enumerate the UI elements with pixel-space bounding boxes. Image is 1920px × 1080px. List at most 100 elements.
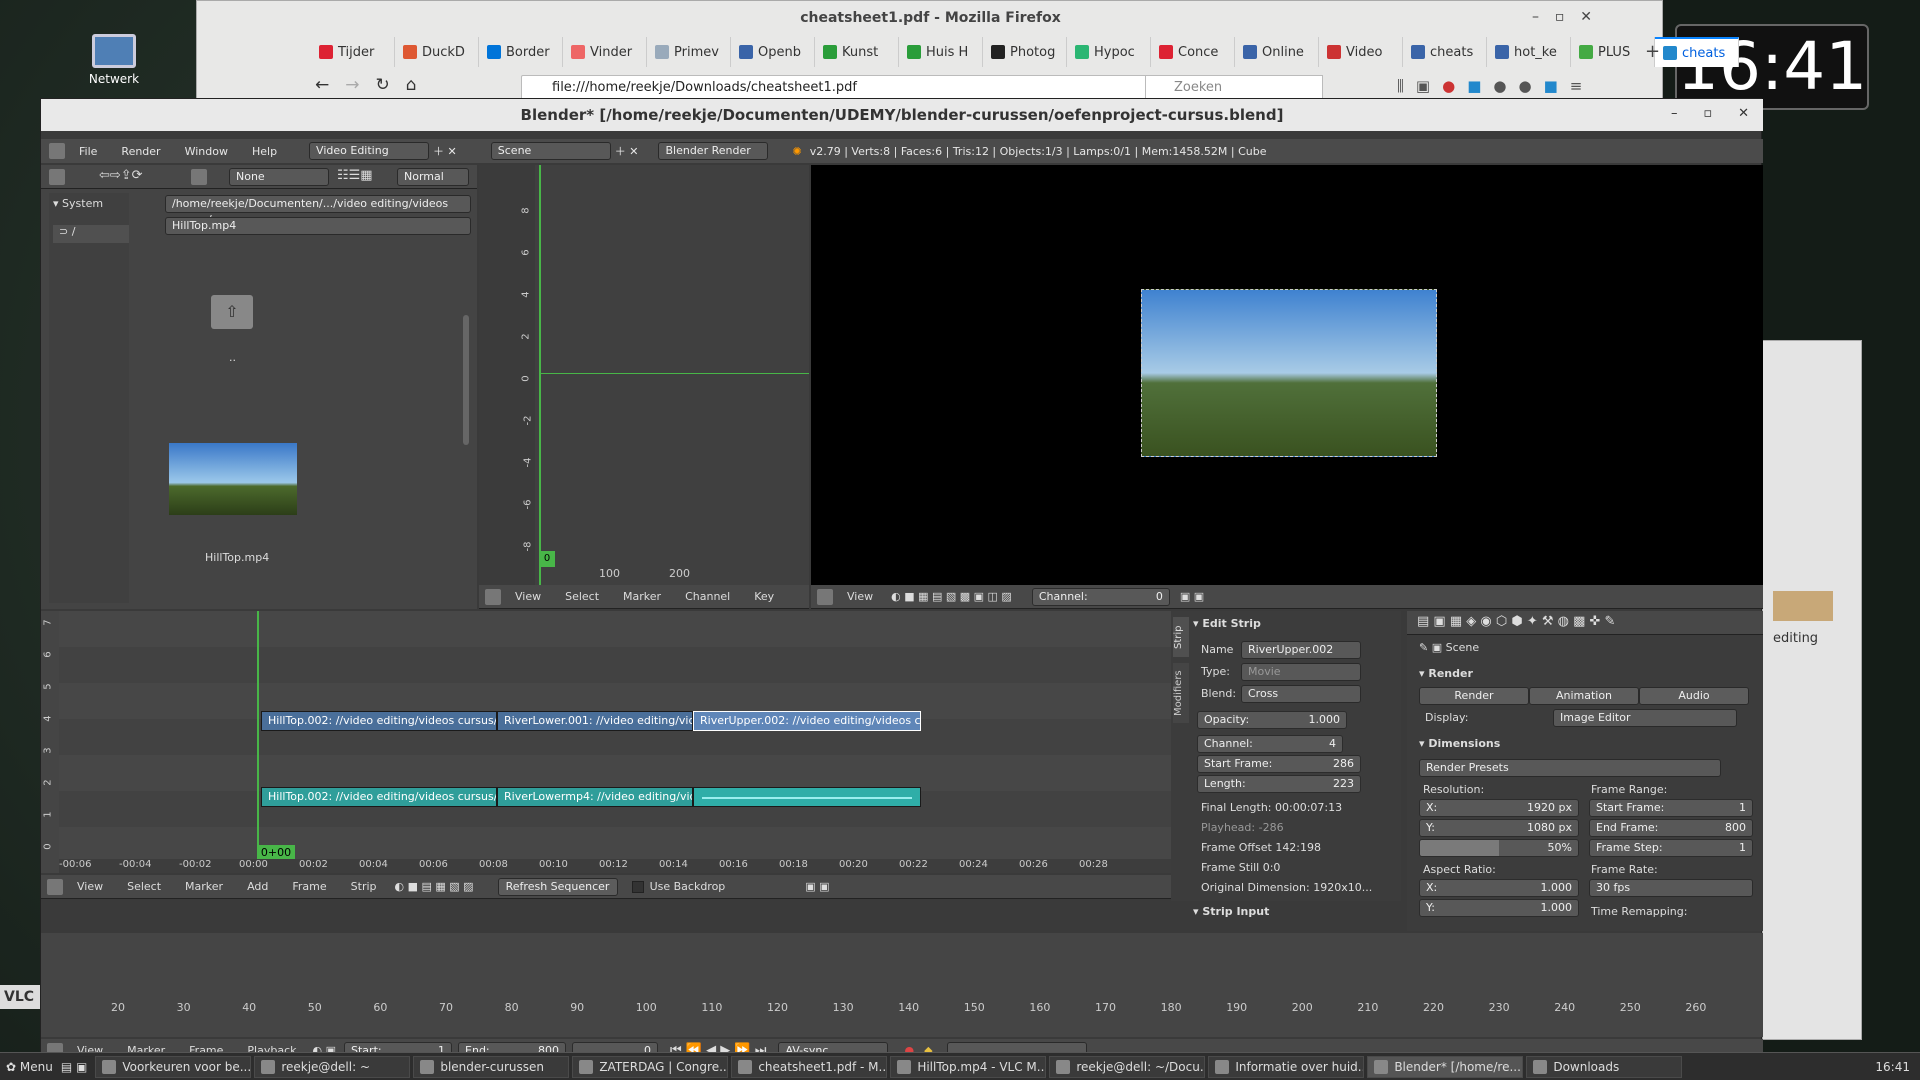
minimize-icon[interactable]: – xyxy=(1532,9,1539,25)
taskbar-item[interactable]: reekje@dell: ~/Docu... xyxy=(1049,1055,1206,1078)
start-frame-field[interactable]: Start Frame: 1 xyxy=(1589,799,1753,817)
menu-view[interactable]: View xyxy=(65,880,115,893)
opacity-field[interactable]: Opacity: 1.000 xyxy=(1197,711,1347,729)
browser-tab[interactable]: Openb xyxy=(731,37,815,67)
channel-field[interactable]: Channel: 0 xyxy=(1031,587,1170,606)
render-icons[interactable]: ▣ ▣ xyxy=(805,880,829,893)
resolution-x-field[interactable]: X: 1920 px xyxy=(1419,799,1579,817)
menu-file[interactable]: File xyxy=(67,145,109,158)
folder-icon[interactable] xyxy=(191,169,207,185)
scene-select[interactable]: Scene xyxy=(490,142,611,160)
type-select[interactable]: Movie xyxy=(1241,663,1361,681)
menu-marker[interactable]: Marker xyxy=(611,590,673,603)
view-type-icons[interactable]: ◐ ■ ▤ ▦ ▧ ▨ xyxy=(395,880,474,893)
end-frame-field[interactable]: End Frame: 800 xyxy=(1589,819,1753,837)
taskbar-item[interactable]: HillTop.mp4 - VLC M... xyxy=(890,1055,1047,1078)
aspect-y-field[interactable]: Y: 1.000 xyxy=(1419,899,1579,917)
root-bookmark[interactable]: ⊃ / xyxy=(53,225,129,243)
strip-riverlower-001[interactable]: RiverLower.001: //video editing/vide xyxy=(497,711,693,731)
parent-folder-icon[interactable]: ⇧ xyxy=(211,295,253,329)
menu-strip[interactable]: Strip xyxy=(339,880,389,893)
reload-icon[interactable]: ↻ xyxy=(376,75,390,95)
info-editor-icon[interactable] xyxy=(49,143,65,159)
tab-strip[interactable]: Strip xyxy=(1173,617,1189,657)
start-frame-field[interactable]: Start Frame: 286 xyxy=(1197,755,1361,773)
browser-tab[interactable]: PLUS xyxy=(1571,37,1655,67)
display-select[interactable]: Image Editor xyxy=(1553,709,1737,727)
render-engine-select[interactable]: Blender Render xyxy=(658,142,769,160)
browser-tab[interactable]: Huis H xyxy=(899,37,983,67)
video-thumbnail[interactable] xyxy=(169,443,297,515)
menu-view[interactable]: View xyxy=(835,590,885,603)
strip-riverupper-002[interactable]: RiverUpper.002: //video editing/videos c… xyxy=(693,711,921,731)
start-menu-button[interactable]: ✿ Menu xyxy=(6,1060,53,1074)
menu-channel[interactable]: Channel xyxy=(673,590,742,603)
launcher-icons[interactable]: ▤ ▣ xyxy=(61,1060,88,1074)
view-mode-icons[interactable]: ☷☰▦ xyxy=(337,168,373,183)
maximize-icon[interactable]: ▫ xyxy=(1555,9,1565,25)
browser-tab[interactable]: Primev xyxy=(647,37,731,67)
render-presets-select[interactable]: Render Presets xyxy=(1419,759,1721,777)
menu-icon[interactable]: ≡ xyxy=(1570,77,1583,95)
resolution-y-field[interactable]: Y: 1080 px xyxy=(1419,819,1579,837)
taskbar-item[interactable]: Downloads xyxy=(1526,1055,1683,1078)
taskbar-item[interactable]: blender-curussen xyxy=(413,1055,570,1078)
scrollbar[interactable] xyxy=(463,315,469,445)
menu-add[interactable]: Add xyxy=(235,880,280,893)
browser-tab[interactable]: cheats xyxy=(1403,37,1487,67)
navigation-icons[interactable]: ⇦⇨⇪⟳ xyxy=(99,168,143,183)
strip-riverlower-audio[interactable]: RiverLowermp4: //video editing/vid xyxy=(497,787,693,807)
taskbar-item[interactable]: Blender* [/home/re... xyxy=(1367,1055,1524,1078)
sidebar-icon[interactable]: ▣ xyxy=(1416,77,1430,95)
tab-modifiers[interactable]: Modifiers xyxy=(1173,663,1189,723)
add-layout-icon[interactable]: ＋ ✕ xyxy=(433,143,457,159)
extension-icon[interactable]: ● xyxy=(1442,77,1455,95)
browser-tab[interactable]: Online xyxy=(1235,37,1319,67)
system-header[interactable]: ▾ System xyxy=(53,197,103,210)
file-browser-icon[interactable] xyxy=(49,169,65,185)
context-icons[interactable]: ▤ ▣ ▦ ◈ ◉ ⬡ ⬢ ✦ ⚒ ◍ ▩ ✜ ✎ xyxy=(1417,614,1615,629)
extension-icon[interactable]: ● xyxy=(1493,77,1506,95)
browser-tab[interactable]: Video xyxy=(1319,37,1403,67)
browser-tab[interactable]: Hypoc xyxy=(1067,37,1151,67)
frame-rate-select[interactable]: 30 fps xyxy=(1589,879,1753,897)
library-icon[interactable]: ⫼ xyxy=(1397,77,1404,95)
strip-hilltop-003[interactable]: HillTop.002: //video editing/videos curs… xyxy=(261,787,497,807)
extension-icon[interactable]: ■ xyxy=(1544,77,1558,95)
view-mode-icons[interactable]: ◐ ■ ▦ ▤ ▧ ▩ ▣ ◫ ▨ xyxy=(891,590,1012,603)
menu-select[interactable]: Select xyxy=(553,590,611,603)
menu-help[interactable]: Help xyxy=(240,145,289,158)
menu-window[interactable]: Window xyxy=(173,145,240,158)
animation-button[interactable]: Animation xyxy=(1529,687,1639,705)
extension-icon[interactable]: ■ xyxy=(1467,77,1481,95)
browser-tab[interactable]: Tijder xyxy=(311,37,395,67)
strip-name-field[interactable]: RiverUpper.002 xyxy=(1241,641,1361,659)
graph-editor-icon[interactable] xyxy=(485,588,501,605)
new-tab-icon[interactable]: + xyxy=(1645,41,1660,62)
snapshot-icons[interactable]: ▣ ▣ xyxy=(1180,590,1204,603)
refresh-sequencer-button[interactable]: Refresh Sequencer xyxy=(497,877,618,896)
edit-strip-header[interactable]: ▾ Edit Strip xyxy=(1193,617,1261,630)
filter-select[interactable]: None xyxy=(229,168,329,186)
menu-marker[interactable]: Marker xyxy=(173,880,235,893)
forward-icon[interactable]: → xyxy=(345,75,359,95)
taskbar-item[interactable]: ZATERDAG | Congre... xyxy=(572,1055,729,1078)
aspect-x-field[interactable]: X: 1.000 xyxy=(1419,879,1579,897)
add-scene-icon[interactable]: ＋ ✕ xyxy=(615,143,639,159)
minimize-icon[interactable]: – xyxy=(1671,106,1678,121)
layout-select[interactable]: Video Editing xyxy=(309,142,430,160)
display-select[interactable]: Normal xyxy=(397,168,469,186)
browser-tab[interactable]: DuckD xyxy=(395,37,479,67)
browser-tab[interactable]: Border xyxy=(479,37,563,67)
browser-tab[interactable]: hot_ke xyxy=(1487,37,1571,67)
extension-icon[interactable]: ● xyxy=(1518,77,1531,95)
taskbar-item[interactable]: reekje@dell: ~ xyxy=(254,1055,411,1078)
channel-field[interactable]: Channel: 4 xyxy=(1197,735,1343,753)
resolution-percentage-slider[interactable]: 50% xyxy=(1419,839,1579,857)
close-icon[interactable]: ✕ xyxy=(1580,9,1592,25)
length-field[interactable]: Length: 223 xyxy=(1197,775,1361,793)
menu-view[interactable]: View xyxy=(503,590,553,603)
menu-select[interactable]: Select xyxy=(115,880,173,893)
taskbar-item[interactable]: Informatie over huid... xyxy=(1208,1055,1365,1078)
menu-key[interactable]: Key xyxy=(742,590,786,603)
